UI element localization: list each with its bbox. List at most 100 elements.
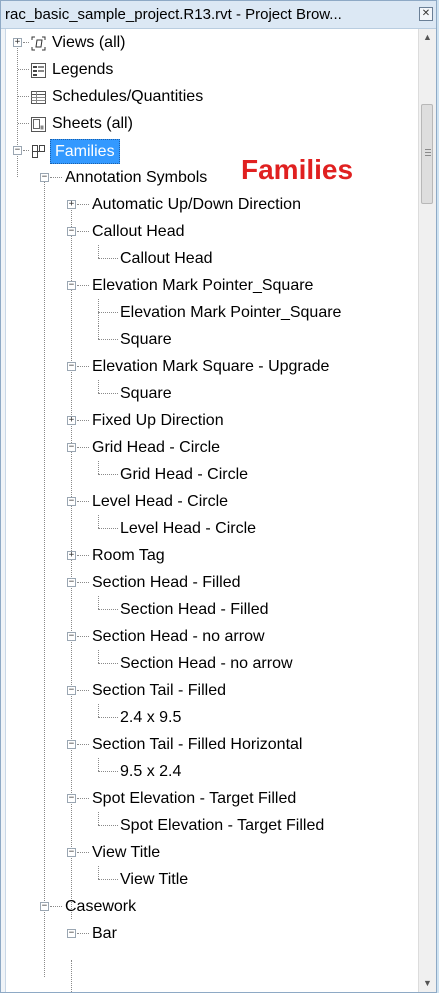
collapse-icon[interactable]: − (67, 281, 76, 290)
tree-connector (98, 312, 118, 313)
tree-label: Annotation Symbols (65, 169, 208, 186)
tree-label: Schedules/Quantities (52, 88, 204, 105)
project-tree[interactable]: + Views (all) Legends Schedules/Quantiti… (6, 29, 419, 992)
tree-label: Section Head - Filled (92, 574, 241, 591)
expand-icon[interactable]: + (67, 200, 76, 209)
legends-icon (30, 61, 47, 78)
tree-connector (50, 177, 62, 178)
tree-connector (98, 596, 99, 609)
expand-icon[interactable]: + (67, 416, 76, 425)
tree-line-root (17, 42, 18, 177)
close-icon[interactable]: ✕ (419, 7, 433, 21)
collapse-icon[interactable]: − (67, 443, 76, 452)
collapse-icon[interactable]: − (67, 686, 76, 695)
tree-label: 2.4 x 9.5 (120, 709, 182, 726)
tree-connector (98, 663, 118, 664)
collapse-icon[interactable]: − (67, 632, 76, 641)
tree-connector (18, 96, 29, 97)
tree-label: Elevation Mark Pointer_Square (120, 304, 342, 321)
scroll-down-icon[interactable]: ▼ (419, 975, 436, 992)
scroll-up-icon[interactable]: ▲ (419, 29, 436, 46)
expand-icon[interactable]: + (13, 38, 22, 47)
tree-line-families (44, 177, 45, 977)
tree-label: Callout Head (120, 250, 213, 267)
tree-connector (98, 393, 118, 394)
tree-connector (98, 258, 118, 259)
grip-line (425, 155, 431, 156)
tree-label-selected: Families (50, 139, 120, 164)
tree-connector (18, 69, 29, 70)
project-browser-window: rac_basic_sample_project.R13.rvt - Proje… (0, 0, 437, 993)
views-icon (30, 34, 47, 51)
tree-connector (98, 461, 99, 474)
tree-connector (98, 704, 99, 717)
tree-label: Grid Head - Circle (92, 439, 221, 456)
tree-label: Callout Head (92, 223, 185, 240)
tree-connector (23, 42, 29, 43)
grip-line (425, 152, 431, 153)
tree-connector (77, 366, 89, 367)
collapse-icon[interactable]: − (40, 173, 49, 182)
tree-label: Fixed Up Direction (92, 412, 224, 429)
tree-label: Legends (52, 61, 114, 78)
collapse-icon[interactable]: − (67, 578, 76, 587)
families-icon (30, 142, 47, 159)
collapse-icon[interactable]: − (40, 902, 49, 911)
tree-label: Room Tag (92, 547, 165, 564)
collapse-icon[interactable]: − (67, 362, 76, 371)
tree-label: Spot Elevation - Target Filled (120, 817, 325, 834)
collapse-icon[interactable]: − (67, 848, 76, 857)
collapse-icon[interactable]: − (67, 497, 76, 506)
vertical-scrollbar[interactable]: ▲ ▼ (418, 29, 436, 992)
tree-connector (98, 528, 118, 529)
tree-connector (77, 636, 89, 637)
collapse-icon[interactable]: − (67, 740, 76, 749)
scroll-thumb[interactable] (421, 104, 433, 204)
tree-connector (98, 812, 99, 825)
tree-connector (98, 771, 118, 772)
tree-label: View Title (92, 844, 161, 861)
sheets-icon (30, 115, 47, 132)
tree-label: Section Head - no arrow (92, 628, 265, 645)
tree-connector (98, 474, 118, 475)
tree-connector (98, 380, 99, 393)
tree-label: Section Head - Filled (120, 601, 269, 618)
collapse-icon[interactable]: − (67, 929, 76, 938)
tree-connector (98, 879, 118, 880)
tree-connector (98, 515, 99, 528)
tree-connector (77, 744, 89, 745)
collapse-icon[interactable]: − (13, 146, 22, 155)
tree-label: Section Head - no arrow (120, 655, 293, 672)
tree-label: Grid Head - Circle (120, 466, 249, 483)
tree-label: 9.5 x 2.4 (120, 763, 182, 780)
tree-connector (98, 609, 118, 610)
tree-label: Section Tail - Filled (92, 682, 226, 699)
tree-connector (77, 285, 89, 286)
tree-connector (98, 758, 99, 771)
tree-label: Automatic Up/Down Direction (92, 196, 301, 213)
tree-label: Square (120, 331, 172, 348)
tree-line-annotation (71, 204, 72, 919)
tree-connector (77, 501, 89, 502)
tree-label: Elevation Mark Square - Upgrade (92, 358, 330, 375)
title-bar[interactable]: rac_basic_sample_project.R13.rvt - Proje… (1, 1, 436, 29)
tree-label: Casework (65, 898, 137, 915)
expand-icon[interactable]: + (67, 551, 76, 560)
window-title: rac_basic_sample_project.R13.rvt - Proje… (5, 6, 342, 23)
tree-connector (77, 582, 89, 583)
tree-connector (98, 825, 118, 826)
collapse-icon[interactable]: − (67, 794, 76, 803)
tree-connector (77, 933, 89, 934)
tree-label: Views (all) (52, 34, 126, 51)
tree-connector (98, 245, 99, 258)
tree-connector (98, 717, 118, 718)
tree-connector (50, 906, 62, 907)
tree-line-casework (71, 960, 72, 992)
tree-connector (77, 420, 89, 421)
families-annotation: Families (241, 154, 354, 185)
tree-label: Spot Elevation - Target Filled (92, 790, 297, 807)
tree-connector (77, 690, 89, 691)
tree-connector (77, 204, 89, 205)
tree-label: Level Head - Circle (92, 493, 229, 510)
collapse-icon[interactable]: − (67, 227, 76, 236)
